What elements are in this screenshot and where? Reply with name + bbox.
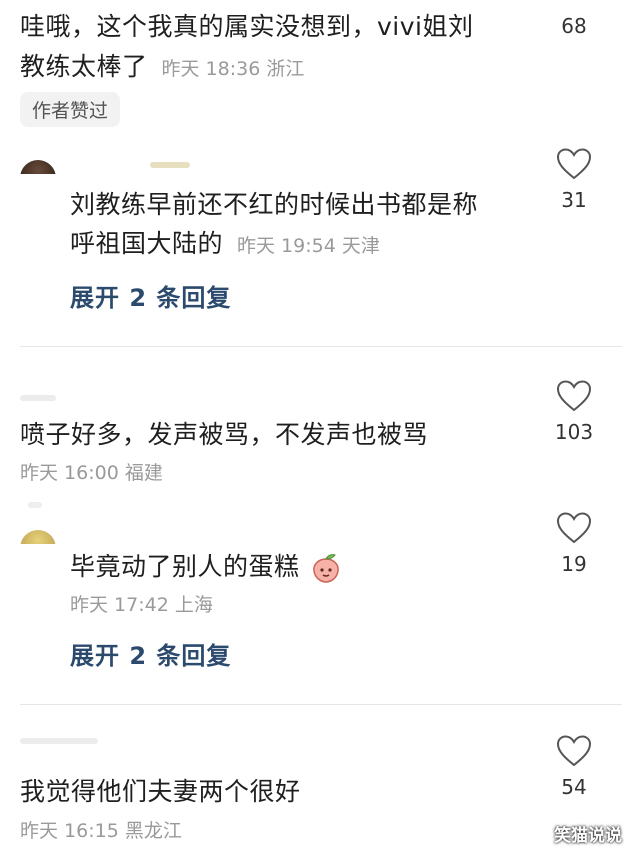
comment-text-continued: 呼祖国大陆的 昨天 19:54 天津 xyxy=(70,229,380,258)
comment-text: 哇哦，这个我真的属实没想到，vivi姐刘 xyxy=(20,12,474,41)
heart-icon[interactable] xyxy=(556,735,592,767)
like-button[interactable]: 103 xyxy=(544,380,604,444)
comment-text-continued: 教练太棒了 昨天 18:36 浙江 xyxy=(20,52,305,81)
username-fragment xyxy=(20,738,98,744)
like-button[interactable]: 54 xyxy=(544,735,604,799)
username-fragment xyxy=(28,502,42,508)
username-fragment xyxy=(150,162,190,168)
comment-meta: 昨天 17:42 上海 xyxy=(70,594,213,616)
heart-icon[interactable] xyxy=(556,380,592,412)
like-count: 68 xyxy=(561,14,587,38)
heart-icon[interactable] xyxy=(556,512,592,544)
peach-emoji-icon xyxy=(313,554,339,583)
comment-text: 刘教练早前还不红的时候出书都是称 xyxy=(70,190,479,219)
author-liked-badge: 作者赞过 xyxy=(20,92,121,127)
comment-divider xyxy=(20,346,622,347)
username-fragment xyxy=(20,395,56,401)
like-button[interactable]: 31 xyxy=(544,148,604,212)
like-count: 103 xyxy=(554,420,594,444)
like-counter[interactable]: 68 xyxy=(544,14,604,38)
comment-meta: 昨天 16:00 福建 xyxy=(20,462,163,484)
comment-meta: 昨天 16:15 黑龙江 xyxy=(20,820,182,842)
like-count: 19 xyxy=(561,552,587,576)
comment-divider xyxy=(20,704,622,705)
expand-replies-button[interactable]: 展开 2 条回复 xyxy=(70,278,231,313)
comment-text: 我觉得他们夫妻两个很好 xyxy=(20,777,301,806)
comment-meta: 昨天 19:54 天津 xyxy=(237,235,380,257)
comment-text: 喷子好多，发声被骂，不发声也被骂 xyxy=(20,420,429,449)
like-count: 54 xyxy=(561,775,587,799)
comment-text: 毕竟动了别人的蛋糕 xyxy=(70,548,342,586)
expand-replies-button[interactable]: 展开 2 条回复 xyxy=(70,636,231,671)
like-count: 31 xyxy=(561,188,587,212)
watermark: 笑猫说说 xyxy=(554,826,622,846)
heart-icon[interactable] xyxy=(556,148,592,180)
like-button[interactable]: 19 xyxy=(544,512,604,576)
comment-meta: 昨天 18:36 浙江 xyxy=(161,58,305,80)
